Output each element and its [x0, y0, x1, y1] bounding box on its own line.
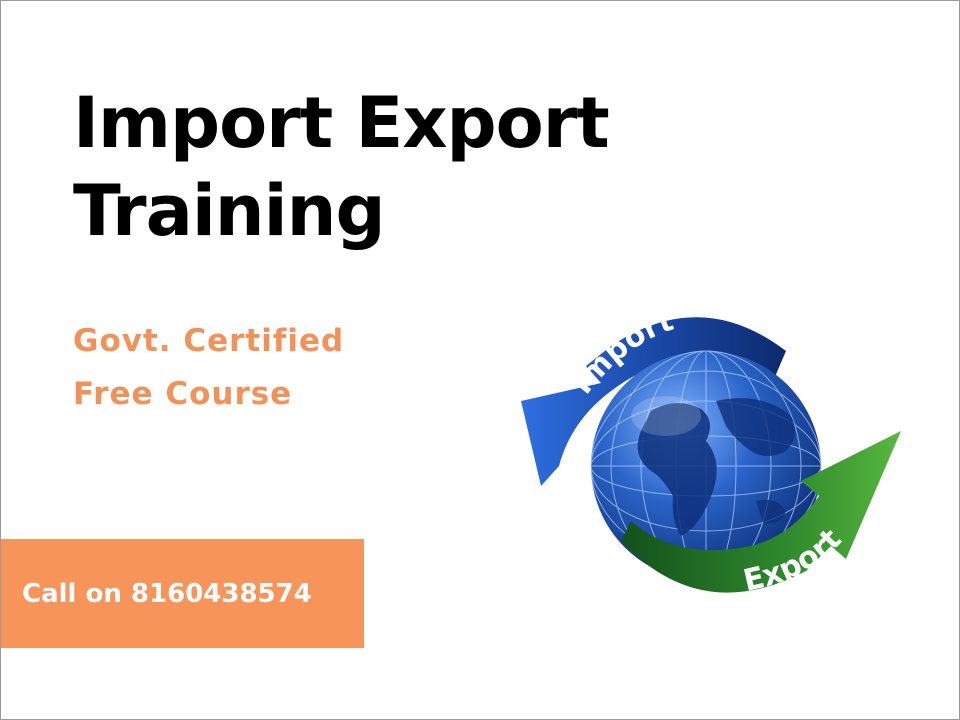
call-label: Call on 8160438574 [22, 578, 312, 609]
title-line-1: Import Export [73, 82, 610, 164]
title-line-2: Training [73, 170, 386, 252]
call-button[interactable]: Call on 8160438574 [1, 539, 364, 648]
slide-frame: Import Export Training Govt. Certified F… [0, 0, 960, 720]
feature-certified: Govt. Certified [73, 323, 345, 359]
feature-list: Govt. Certified Free Course [73, 315, 344, 421]
page-title: Import Export Training [73, 79, 610, 255]
import-export-globe-icon: Import Export [521, 303, 901, 599]
feature-free-course: Free Course [73, 376, 293, 412]
